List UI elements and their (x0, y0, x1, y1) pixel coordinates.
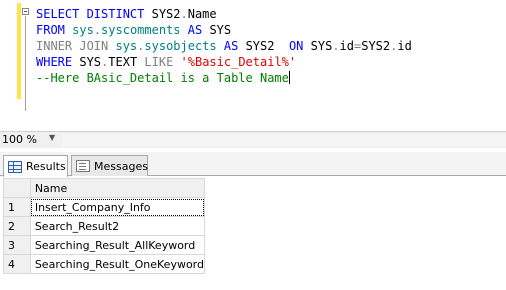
collapse-outline-icon[interactable] (22, 8, 29, 15)
results-tabstrip: Results Messages (0, 152, 506, 177)
row-number[interactable]: 4 (3, 254, 31, 274)
code-token: SYS2 (361, 39, 391, 53)
code-token: '%Basic_Detail%' (180, 55, 297, 69)
editor-margin (0, 0, 14, 131)
code-token: --Here BAsic_Detail is a Table Name (36, 71, 289, 85)
code-token: TEXT (108, 55, 145, 69)
code-token: sys (72, 23, 94, 37)
tab-messages[interactable]: Messages (71, 155, 148, 176)
row-number[interactable]: 1 (3, 197, 31, 217)
code-token: SELECT DISTINCT (36, 7, 152, 21)
grid-icon (8, 160, 22, 173)
code-line[interactable]: SELECT DISTINCT SYS2.Name (36, 6, 412, 22)
cell-name[interactable]: Searching_Result_AllKeyword (29, 235, 206, 255)
code-line[interactable]: --Here BAsic_Detail is a Table Name (36, 70, 412, 86)
code-token: LIKE (144, 55, 181, 69)
code-token: Name (187, 7, 217, 21)
zoom-dropdown-icon[interactable]: ▼ (49, 133, 55, 142)
code-token: ON (288, 39, 311, 53)
code-token: . (93, 23, 102, 37)
row-number[interactable]: 2 (3, 216, 31, 236)
code-line[interactable]: WHERE SYS.TEXT LIKE '%Basic_Detail%' (36, 54, 412, 70)
query-editor[interactable]: SELECT DISTINCT SYS2.Name FROM sys.syscom… (0, 0, 506, 131)
code-line[interactable]: FROM sys.syscomments AS SYS (36, 22, 412, 38)
tab-results[interactable]: Results (3, 155, 68, 177)
change-tracking-bar (17, 3, 21, 99)
tab-messages-label: Messages (94, 159, 148, 173)
grid-corner-cell[interactable] (3, 178, 31, 198)
code-token: SYS (310, 39, 333, 53)
code-token: sys (115, 39, 138, 53)
column-header-name[interactable]: Name (29, 178, 206, 198)
results-grid[interactable]: Name 1 Insert_Company_Info 2 Search_Resu… (3, 178, 206, 274)
code-token: AS (223, 39, 246, 53)
code-token: SYS2 (245, 39, 289, 53)
tab-results-label: Results (26, 160, 66, 173)
outline-fold-line (25, 16, 26, 111)
code-token: syscomments (101, 23, 188, 37)
code-token: . (332, 39, 340, 53)
code-text[interactable]: SELECT DISTINCT SYS2.Name FROM sys.syscom… (36, 6, 412, 86)
code-token: . (180, 7, 188, 21)
code-token: SYS (79, 55, 102, 69)
text-cursor (288, 71, 290, 84)
grid-header-row: Name (3, 178, 206, 198)
cell-name[interactable]: Insert_Company_Info (29, 197, 206, 217)
code-token: INNER JOIN (36, 39, 116, 53)
code-token: id (339, 39, 354, 53)
table-row[interactable]: 1 Insert_Company_Info (3, 197, 206, 217)
cell-name[interactable]: Searching_Result_OneKeyword (29, 254, 206, 274)
messages-icon (76, 160, 90, 172)
table-row[interactable]: 4 Searching_Result_OneKeyword (3, 254, 206, 274)
horizontal-scrollbar[interactable] (62, 134, 506, 146)
code-token: AS (187, 23, 210, 37)
code-token: SYS2 (151, 7, 181, 21)
table-row[interactable]: 3 Searching_Result_AllKeyword (3, 235, 206, 255)
code-token: sysobjects (144, 39, 224, 53)
zoom-level[interactable]: 100 % (2, 133, 37, 146)
table-row[interactable]: 2 Search_Result2 (3, 216, 206, 236)
cell-name[interactable]: Search_Result2 (29, 216, 206, 236)
code-token: SYS (209, 23, 232, 37)
row-number[interactable]: 3 (3, 235, 31, 255)
code-token: FROM (36, 23, 73, 37)
editor-zoom-bar: 100 % ▼ (0, 131, 506, 148)
code-line[interactable]: INNER JOIN sys. sysobjects AS SYS2 ON SYS… (36, 38, 412, 54)
code-token: WHERE (36, 55, 80, 69)
code-token: id (397, 39, 412, 53)
